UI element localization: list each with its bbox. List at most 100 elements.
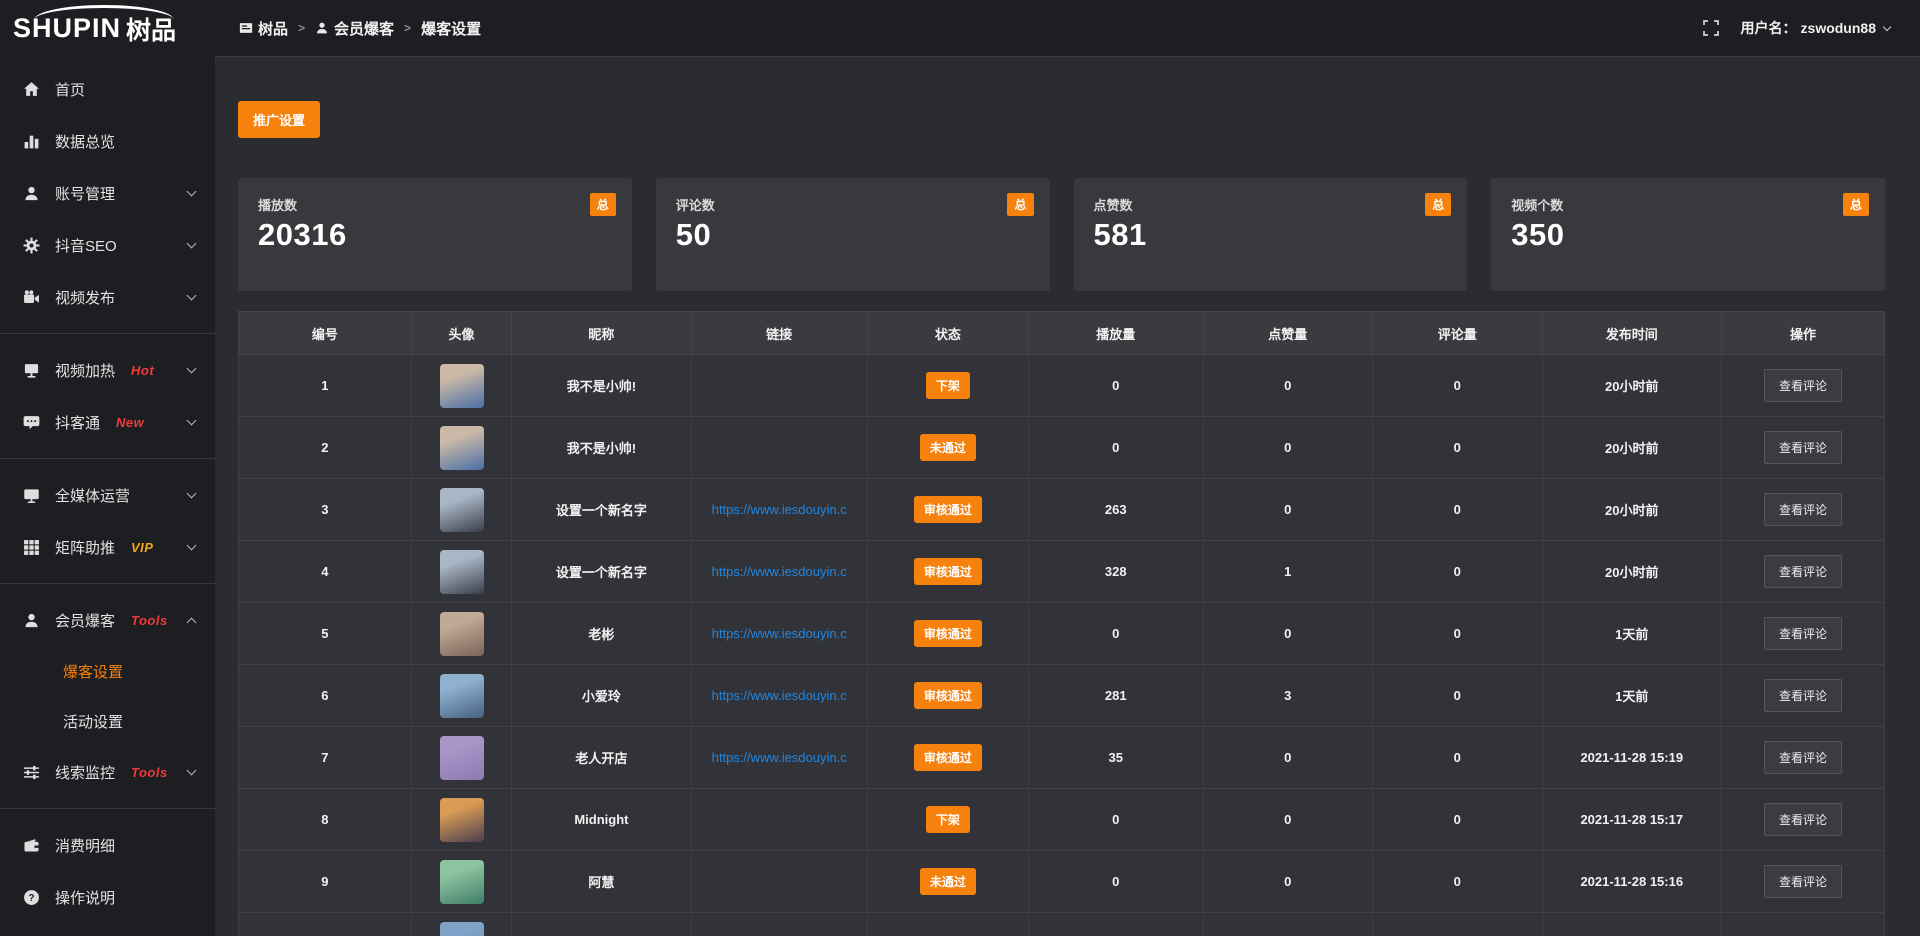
sidebar-item-media[interactable]: 全媒体运营 [0, 469, 215, 521]
cell-number: 5 [239, 603, 412, 665]
avatar [440, 674, 484, 718]
view-comments-button[interactable]: 查看评论 [1764, 865, 1842, 898]
video-link[interactable]: https://www.iesdouyin.c [712, 626, 847, 641]
view-comments-button[interactable]: 查看评论 [1764, 431, 1842, 464]
status-badge[interactable]: 下架 [926, 372, 970, 399]
sidebar-item-label: 全媒体运营 [55, 485, 130, 506]
app-window: SHUPIN 树品 首页数据总览账号管理抖音SEO视频发布视频加热Hot抖客通N… [0, 0, 1920, 936]
chat-icon [23, 414, 40, 431]
sidebar-item-matrix[interactable]: 矩阵助推VIP [0, 521, 215, 573]
sidebar-item-label: 视频发布 [55, 287, 115, 308]
status-badge[interactable]: 审核通过 [914, 558, 982, 585]
sidebar-menu: 首页数据总览账号管理抖音SEO 视频发布视频加热Hot抖客通New 全媒体运营矩阵助… [0, 57, 215, 923]
status-badge[interactable]: 审核通过 [914, 744, 982, 771]
view-comments-button[interactable]: 查看评论 [1764, 617, 1842, 650]
cell-link [691, 355, 867, 417]
view-comments-button[interactable]: 查看评论 [1764, 369, 1842, 402]
cell-link: https://www.iesdouyin.c [691, 541, 867, 603]
home-icon [23, 81, 40, 98]
chevron-down-icon [1883, 22, 1891, 30]
sidebar-subitem[interactable]: 爆客设置 [0, 646, 215, 696]
promo-settings-button[interactable]: 推广设置 [238, 101, 320, 138]
cell-avatar [411, 851, 511, 913]
breadcrumb-item[interactable]: 会员爆客 [315, 18, 394, 39]
view-comments-button[interactable]: 查看评论 [1764, 555, 1842, 588]
user-dropdown[interactable]: 用户名：zswodun88 [1741, 18, 1890, 38]
breadcrumb-label: 树品 [258, 18, 288, 39]
videos-table-wrap: 编号头像昵称链接状态播放量点赞量评论量发布时间操作 1我不是小帅!下架00020… [238, 311, 1885, 936]
status-badge[interactable]: 审核通过 [914, 496, 982, 523]
table-row: 6小爱玲https://www.iesdouyin.c审核通过281301天前查… [239, 665, 1885, 727]
cell-status: 审核通过 [867, 541, 1028, 603]
sidebar-item-seo[interactable]: 抖音SEO [0, 219, 215, 271]
sidebar-subitem[interactable]: 活动设置 [0, 696, 215, 746]
breadcrumb-item[interactable]: 爆客设置 [421, 18, 481, 39]
cell-likes: 3 [1203, 665, 1373, 727]
sidebar-item-label: 操作说明 [55, 887, 115, 908]
stat-card-value: 20316 [258, 217, 612, 253]
stat-card-label: 视频个数 [1511, 195, 1865, 214]
view-comments-button[interactable]: 查看评论 [1764, 803, 1842, 836]
chevron-down-icon [187, 488, 197, 498]
sidebar-divider [0, 458, 215, 459]
cell-nickname: 设置一个新名字 [512, 479, 691, 541]
sidebar-item-data[interactable]: 数据总览 [0, 115, 215, 167]
grid-icon [23, 539, 40, 556]
username-value: zswodun88 [1801, 20, 1876, 36]
view-comments-button[interactable]: 查看评论 [1764, 741, 1842, 774]
sidebar-item-member[interactable]: 会员爆客Tools [0, 594, 215, 646]
status-badge[interactable]: 审核通过 [914, 682, 982, 709]
sidebar: SHUPIN 树品 首页数据总览账号管理抖音SEO视频发布视频加热Hot抖客通N… [0, 0, 215, 936]
table-row: 1我不是小帅!下架00020小时前查看评论 [239, 355, 1885, 417]
status-badge[interactable]: 审核通过 [914, 620, 982, 647]
main-area: 树品>会员爆客>爆客设置 用户名：zswodun88 推广设置 播放数20316… [215, 0, 1920, 936]
column-header: 操作 [1721, 312, 1884, 355]
sidebar-item-home[interactable]: 首页 [0, 63, 215, 115]
sidebar-item-publish[interactable]: 视频发布 [0, 271, 215, 323]
video-link[interactable]: https://www.iesdouyin.c [712, 502, 847, 517]
cell-action: 查看评论 [1721, 603, 1884, 665]
sidebar-item-consume[interactable]: 消费明细 [0, 819, 215, 871]
cell-nickname: 老彬 [512, 603, 691, 665]
video-link[interactable]: https://www.iesdouyin.c [712, 750, 847, 765]
username-label: 用户名： [1741, 18, 1797, 38]
status-badge[interactable]: 未通过 [920, 434, 976, 461]
avatar [440, 488, 484, 532]
fullscreen-icon[interactable] [1703, 20, 1719, 36]
stat-card-label: 播放数 [258, 195, 612, 214]
table-row: 2我不是小帅!未通过00020小时前查看评论 [239, 417, 1885, 479]
status-badge[interactable]: 未通过 [920, 868, 976, 895]
column-header: 头像 [411, 312, 511, 355]
sidebar-divider [0, 808, 215, 809]
stat-card-value: 350 [1511, 217, 1865, 253]
sidebar-item-label: 矩阵助推 [55, 537, 115, 558]
breadcrumb-item[interactable]: 树品 [239, 18, 288, 39]
cell-comments: 0 [1373, 665, 1543, 727]
breadcrumb: 树品>会员爆客>爆客设置 [239, 18, 481, 39]
sidebar-item-clue[interactable]: 线索监控Tools [0, 746, 215, 798]
cell-publish-time: 20小时前 [1542, 479, 1721, 541]
stat-card: 视频个数350总 [1491, 178, 1885, 291]
cell-action: 查看评论 [1721, 355, 1884, 417]
cell-likes: 0 [1203, 727, 1373, 789]
view-comments-button[interactable]: 查看评论 [1764, 493, 1842, 526]
sidebar-item-account[interactable]: 账号管理 [0, 167, 215, 219]
column-header: 链接 [691, 312, 867, 355]
video-link[interactable]: https://www.iesdouyin.c [712, 564, 847, 579]
video-link[interactable]: https://www.iesdouyin.c [712, 688, 847, 703]
column-header: 编号 [239, 312, 412, 355]
cell-publish-time: 2021-11-28 15:17 [1542, 789, 1721, 851]
stat-card-value: 581 [1094, 217, 1448, 253]
table-row [239, 913, 1885, 936]
breadcrumb-separator: > [404, 21, 411, 35]
cell-status: 下架 [867, 355, 1028, 417]
cell-status: 下架 [867, 789, 1028, 851]
chevron-down-icon [187, 415, 197, 425]
sidebar-item-heat[interactable]: 视频加热Hot [0, 344, 215, 396]
sidebar-item-help[interactable]: ?操作说明 [0, 871, 215, 923]
status-badge[interactable]: 下架 [926, 806, 970, 833]
logo-arc-decoration [34, 5, 174, 20]
cell-link: https://www.iesdouyin.c [691, 727, 867, 789]
sidebar-item-douke[interactable]: 抖客通New [0, 396, 215, 448]
view-comments-button[interactable]: 查看评论 [1764, 679, 1842, 712]
